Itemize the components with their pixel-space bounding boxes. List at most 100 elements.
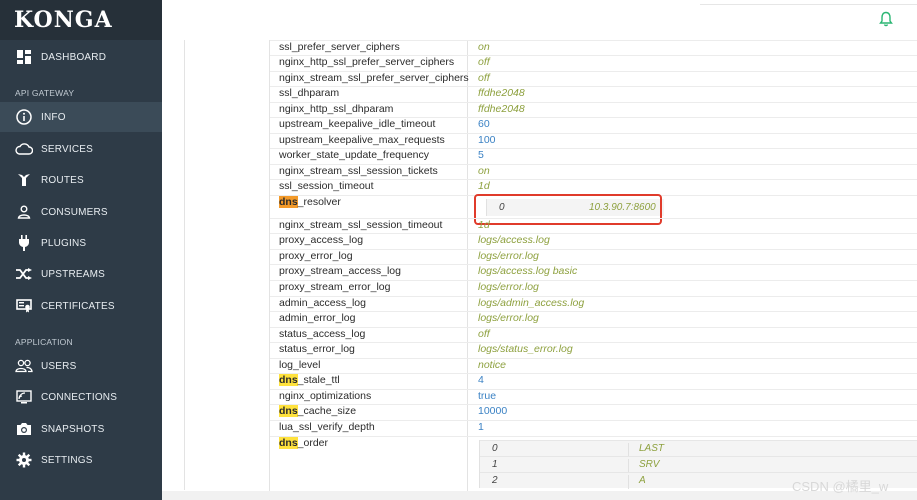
config-value: 60 (478, 118, 490, 130)
sidebar: KONGA DASHBOARD API GATEWAY INFO SERVICE… (0, 0, 162, 500)
config-key: nginx_stream_ssl_session_timeout (279, 219, 443, 231)
config-key: nginx_stream_ssl_prefer_server_ciphers (279, 72, 469, 84)
config-key: status_error_log (279, 343, 355, 355)
config-row-dns-cache-size: dns_cache_size 10000 (270, 404, 917, 421)
list-index: 0 (492, 443, 498, 454)
config-key: log_level (279, 359, 321, 371)
nav-snapshots[interactable]: SNAPSHOTS (0, 414, 162, 444)
config-row: nginx_stream_ssl_prefer_server_ciphers o… (270, 71, 917, 87)
config-key: dns_stale_ttl (279, 374, 340, 386)
config-row: upstream_keepalive_idle_timeout 60 (270, 117, 917, 134)
config-key: lua_ssl_verify_depth (279, 421, 375, 433)
nav-snapshots-label: SNAPSHOTS (41, 423, 105, 435)
config-row: ssl_prefer_server_ciphers on (270, 40, 917, 56)
config-row: worker_state_update_frequency 5 (270, 148, 917, 165)
config-panel: ssl_prefer_server_ciphers on nginx_http_… (162, 40, 917, 500)
nav-info[interactable]: INFO (0, 102, 162, 132)
config-value: logs/access.log basic (478, 265, 578, 277)
config-key: upstream_keepalive_max_requests (279, 134, 445, 146)
column-divider (184, 40, 185, 490)
config-row: nginx_stream_ssl_session_timeout 1d (270, 218, 917, 234)
bell-icon[interactable] (879, 11, 895, 29)
config-value: 1d (478, 180, 490, 192)
nav-upstreams[interactable]: UPSTREAMS (0, 259, 162, 289)
info-icon (15, 108, 33, 126)
nav-services-label: SERVICES (41, 143, 93, 155)
plug-icon (15, 234, 33, 252)
config-key: nginx_http_ssl_dhparam (279, 103, 394, 115)
config-key: proxy_stream_error_log (279, 281, 391, 293)
dns-highlight: dns (279, 437, 298, 449)
nav-users-label: USERS (41, 360, 77, 372)
nav-connections-label: CONNECTIONS (41, 391, 118, 403)
nav-routes-label: ROUTES (41, 174, 84, 186)
gear-icon (15, 451, 33, 469)
config-row: status_access_log off (270, 327, 917, 343)
watermark: CSDN @橘里_w (792, 479, 889, 494)
connections-icon (15, 388, 33, 406)
config-row: proxy_error_log logs/error.log (270, 249, 917, 265)
config-value: on (478, 165, 490, 177)
dashboard-icon (15, 48, 33, 66)
config-value: 100 (478, 134, 496, 146)
nav-info-label: INFO (41, 111, 66, 123)
nav-dashboard[interactable]: DASHBOARD (0, 42, 162, 72)
config-key: proxy_error_log (279, 250, 353, 262)
config-value: logs/error.log (478, 312, 539, 324)
nav-plugins[interactable]: PLUGINS (0, 228, 162, 258)
config-value: notice (478, 359, 507, 371)
config-value: logs/admin_access.log (478, 297, 585, 309)
nav-consumers-label: CONSUMERS (41, 206, 108, 218)
config-row: proxy_stream_access_log logs/access.log … (270, 264, 917, 281)
config-row-dns-stale-ttl: dns_stale_ttl 4 (270, 373, 917, 390)
certificate-icon (15, 297, 33, 315)
routes-icon (15, 171, 33, 189)
config-key: ssl_dhparam (279, 87, 340, 99)
list-index: 2 (492, 475, 498, 486)
config-value: logs/error.log (478, 250, 539, 262)
shuffle-icon (15, 265, 33, 283)
config-value: 1 (478, 421, 484, 433)
users-icon (15, 357, 33, 375)
config-row: log_level notice (270, 358, 917, 374)
nav-consumers[interactable]: CONSUMERS (0, 197, 162, 227)
nav-routes[interactable]: ROUTES (0, 165, 162, 195)
config-key: dns_cache_size (279, 405, 356, 417)
config-key: nginx_stream_ssl_session_tickets (279, 165, 438, 177)
config-key: nginx_http_ssl_prefer_server_ciphers (279, 56, 455, 68)
config-row: ssl_dhparam ffdhe2048 (270, 86, 917, 103)
config-row: admin_error_log logs/error.log (270, 311, 917, 328)
nav-settings[interactable]: SETTINGS (0, 445, 162, 475)
config-value: 4 (478, 374, 484, 386)
config-row: proxy_access_log logs/access.log (270, 233, 917, 250)
nav-certificates[interactable]: CERTIFICATES (0, 291, 162, 321)
config-key: status_access_log (279, 328, 366, 340)
config-value: on (478, 41, 490, 53)
config-row: upstream_keepalive_max_requests 100 (270, 133, 917, 149)
config-row: proxy_stream_error_log logs/error.log (270, 280, 917, 297)
list-value: A (628, 475, 646, 489)
config-key-rest: _resolver (297, 196, 341, 208)
config-value: logs/status_error.log (478, 343, 573, 355)
nav-settings-label: SETTINGS (41, 454, 93, 466)
list-item: 1 SRV (480, 456, 917, 473)
config-key: nginx_optimizations (279, 390, 372, 402)
config-key: admin_error_log (279, 312, 356, 324)
config-key-rest: _order (297, 437, 329, 449)
config-key: ssl_session_timeout (279, 180, 374, 192)
list-value: SRV (628, 459, 659, 473)
list-index: 1 (492, 459, 498, 470)
top-bar (162, 0, 917, 41)
config-value: 1d (478, 219, 490, 231)
nav-connections[interactable]: CONNECTIONS (0, 382, 162, 412)
konga-logo[interactable]: KONGA (0, 0, 162, 40)
config-key-rest: _stale_ttl (297, 374, 340, 386)
dns-highlight: dns (279, 374, 298, 386)
config-value: off (478, 56, 490, 68)
config-row: admin_access_log logs/admin_access.log (270, 296, 917, 312)
nav-users[interactable]: USERS (0, 351, 162, 381)
nav-upstreams-label: UPSTREAMS (41, 268, 106, 280)
config-value: off (478, 328, 490, 340)
nav-services[interactable]: SERVICES (0, 134, 162, 164)
config-value: 10000 (478, 405, 508, 417)
